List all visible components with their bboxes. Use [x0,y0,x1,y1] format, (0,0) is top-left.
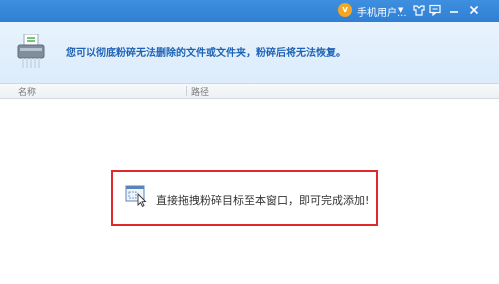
skin-icon[interactable] [412,3,426,17]
drag-drop-icon [125,185,149,208]
column-header: 名称 路径 [0,84,499,99]
shredder-icon [17,33,45,70]
column-divider[interactable] [186,86,187,96]
header-description: 您可以彻底粉碎无法删除的文件或文件夹，粉碎后将无法恢复。 [66,48,346,59]
minimize-icon[interactable] [447,3,461,17]
feedback-icon[interactable] [428,3,442,17]
user-menu-caret-icon[interactable]: ▼ [398,4,406,16]
close-icon[interactable] [467,3,481,17]
column-name-header[interactable]: 名称 [18,85,36,98]
title-bar: v 手机用户... ▼ [0,0,499,22]
column-path-header[interactable]: 路径 [191,85,209,98]
drop-hint-text: 直接拖拽粉碎目标至本窗口，即可完成添加! [156,194,370,207]
drop-hint-box: 直接拖拽粉碎目标至本窗口，即可完成添加! [111,170,378,226]
user-avatar-badge[interactable]: v [338,3,352,17]
info-header: 您可以彻底粉碎无法删除的文件或文件夹，粉碎后将无法恢复。 [0,22,499,84]
